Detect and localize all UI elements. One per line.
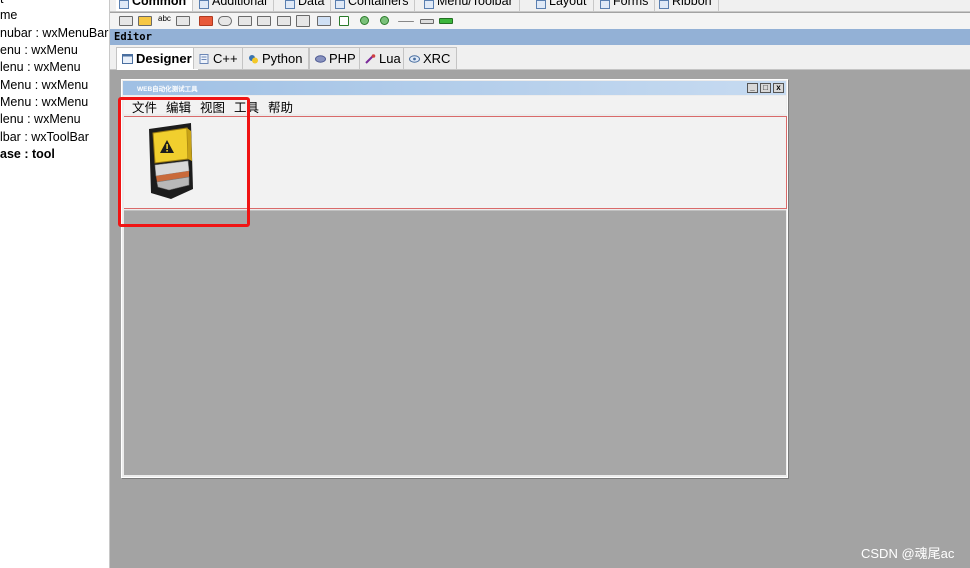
palette-tab-additional[interactable]: Additional [196,0,274,11]
common-icon [119,0,129,9]
static-bitmap-icon[interactable] [199,16,213,26]
additional-icon [199,0,209,9]
tab-php[interactable]: PHP [309,47,363,69]
minimize-button[interactable]: _ [747,83,758,93]
tree-item[interactable]: me [0,8,17,22]
tree-item-menu[interactable]: lenu : wxMenu [0,112,81,126]
object-tree: t me nubar : wxMenuBar enu : wxMenu lenu… [0,0,110,568]
ribbon-icon [659,0,669,9]
tab-xrc[interactable]: XRC [403,47,458,69]
tree-item-toolbar[interactable]: lbar : wxToolBar [0,130,89,144]
palette-tab-containers[interactable]: Containers [332,0,416,11]
frame-titlebar[interactable]: WEB自动化测试工具 _ □ x [123,81,786,95]
frame-body [124,210,786,475]
palette-tab-data[interactable]: Data [282,0,332,11]
choice-icon[interactable] [257,16,271,26]
gauge-icon[interactable] [439,18,453,24]
maximize-button[interactable]: □ [760,83,771,93]
tree-item-tool-selected[interactable]: ase : tool [0,147,55,161]
list-box-icon[interactable] [277,16,291,26]
text-ctrl-icon[interactable] [176,16,190,26]
python-icon [249,55,258,64]
menu-help[interactable]: 帮助 [268,97,293,116]
forms-icon [600,0,610,9]
frame-title: WEB自动化测试工具 [137,86,198,93]
list-ctrl-icon[interactable] [296,15,310,27]
slider-icon[interactable] [420,19,434,24]
tab-cpp[interactable]: C++ [193,47,245,69]
xrc-icon [409,55,420,63]
editor-caption: Editor [110,29,970,45]
containers-icon [335,0,345,9]
tree-item-menu[interactable]: Menu : wxMenu [0,95,88,109]
highlight-annotation-box [118,97,250,227]
radio-button-icon[interactable] [360,16,369,25]
palette-tab-menu-toolbar[interactable]: Menu/Toolbar [421,0,520,11]
static-line-icon[interactable] [398,21,414,22]
lua-icon [365,54,376,64]
button-widget-icon[interactable] [119,16,133,26]
watermark: CSDN @魂尾ac [861,546,955,561]
tree-item-menu[interactable]: lenu : wxMenu [0,60,81,74]
editor-tabs: Designer C++ Python PHP Lua XRC [110,45,970,70]
cpp-icon [199,54,209,64]
radio-button-alt-icon[interactable] [380,16,389,25]
bitmap-button-icon[interactable] [138,16,152,26]
tab-lua[interactable]: Lua [359,47,408,69]
tree-item-menubar[interactable]: nubar : wxMenuBar [0,26,108,40]
tree-item-menu[interactable]: enu : wxMenu [0,43,78,57]
palette-tab-ribbon[interactable]: Ribbon [656,0,719,11]
check-box-icon[interactable] [339,16,349,26]
static-text-icon[interactable]: abc [158,14,172,24]
data-icon [285,0,295,9]
close-button[interactable]: x [773,83,784,93]
designer-icon [122,54,133,64]
tree-item-menu[interactable]: Menu : wxMenu [0,78,88,92]
radio-box-icon[interactable] [317,16,331,26]
menu-toolbar-icon [424,0,434,9]
combo-box-icon[interactable] [238,16,252,26]
tab-python[interactable]: Python [242,47,310,69]
animation-icon[interactable] [218,16,232,26]
palette-tab-forms[interactable]: Forms [597,0,656,11]
component-toolbar: abc [110,13,970,29]
tab-designer[interactable]: Designer [116,47,199,70]
tree-item[interactable]: t [0,0,3,6]
palette-tab-layout[interactable]: Layout [533,0,594,11]
layout-icon [536,0,546,9]
php-icon [315,55,326,63]
component-palette-tabs: Common Additional Data Containers Menu/T… [110,0,970,12]
palette-tab-common[interactable]: Common [116,0,194,11]
